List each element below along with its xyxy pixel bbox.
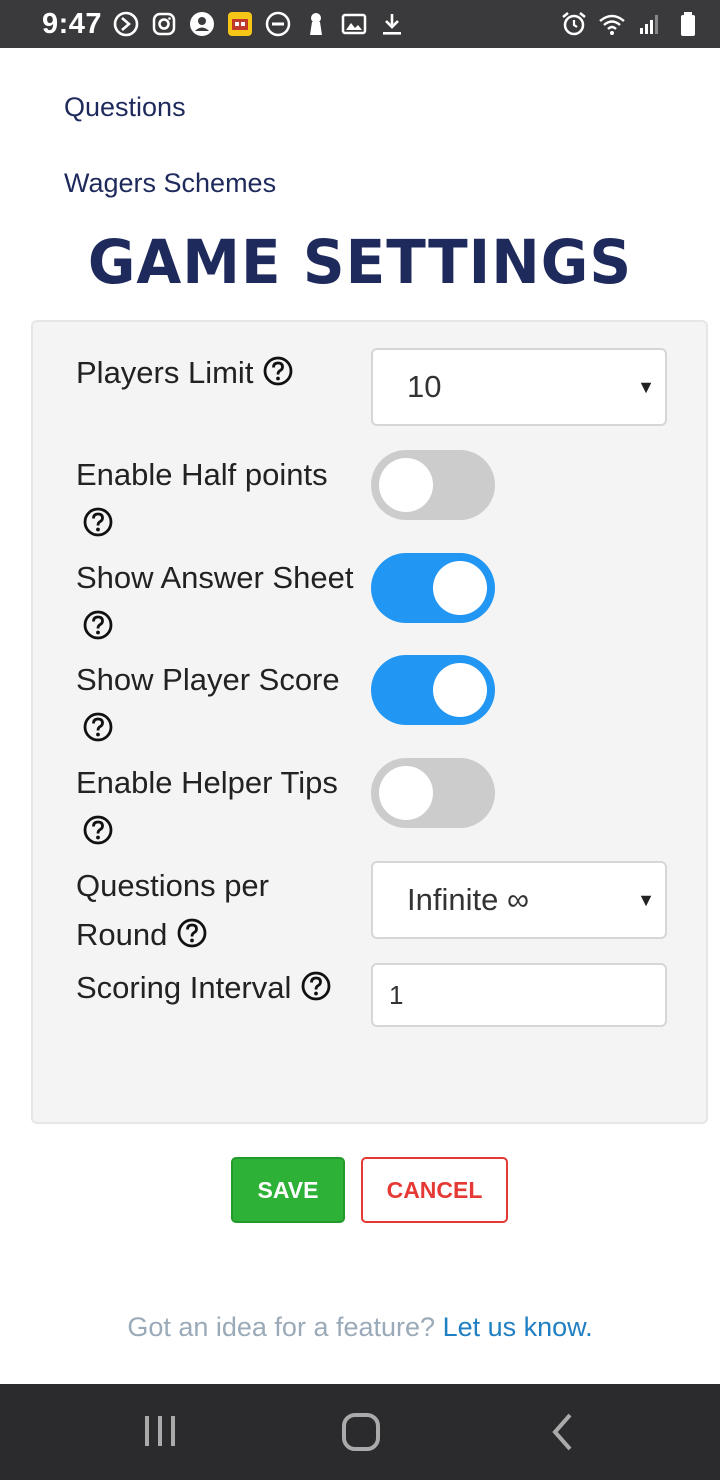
status-bar: 9:47 xyxy=(0,0,720,48)
help-icon[interactable] xyxy=(82,711,114,743)
scoring-interval-text: Scoring Interval xyxy=(76,970,292,1005)
save-button[interactable]: SAVE xyxy=(231,1157,345,1223)
scoring-interval-input[interactable]: 1 xyxy=(371,963,667,1027)
nav-link-wagers-schemes[interactable]: Wagers Schemes xyxy=(64,168,276,199)
account-icon xyxy=(188,10,216,38)
recent-apps-button[interactable] xyxy=(134,1406,186,1458)
players-limit-label: Players Limit xyxy=(76,348,294,397)
help-icon[interactable] xyxy=(82,506,114,538)
battery-icon xyxy=(674,10,702,38)
chevron-down-icon: ▼ xyxy=(637,377,655,397)
alarm-icon xyxy=(560,10,588,38)
do-not-disturb-icon xyxy=(264,10,292,38)
signal-icon xyxy=(636,10,664,38)
toggle-knob xyxy=(433,663,487,717)
toggle-knob xyxy=(379,766,433,820)
recent-apps-icon xyxy=(145,1416,175,1446)
footer-text: Got an idea for a feature? xyxy=(127,1312,436,1342)
nav-link-questions[interactable]: Questions xyxy=(64,92,186,123)
players-limit-value: 10 xyxy=(407,369,442,404)
status-icons-right xyxy=(560,10,702,38)
players-limit-text: Players Limit xyxy=(76,355,254,390)
status-time: 9:47 xyxy=(42,7,103,40)
settings-panel: Players Limit 10 ▼ Enable Half points Sh… xyxy=(31,320,708,1124)
questions-per-round-text-2: Round xyxy=(76,917,168,952)
help-icon[interactable] xyxy=(176,917,208,949)
back-button[interactable] xyxy=(537,1406,589,1458)
image-icon xyxy=(340,10,368,38)
instagram-icon xyxy=(150,10,178,38)
half-points-label: Enable Half points xyxy=(76,450,328,548)
toggle-knob xyxy=(433,561,487,615)
helper-tips-toggle[interactable] xyxy=(371,758,495,828)
answer-sheet-label: Show Answer Sheet xyxy=(76,553,353,651)
toggle-knob xyxy=(379,458,433,512)
player-score-label: Show Player Score xyxy=(76,655,340,753)
questions-per-round-label: Questions per Round xyxy=(76,861,269,959)
chevron-down-icon: ▼ xyxy=(637,890,655,910)
help-icon[interactable] xyxy=(262,355,294,387)
helper-tips-text: Enable Helper Tips xyxy=(76,765,338,800)
page-title: GAME SETTINGS xyxy=(87,226,633,298)
keyhole-icon xyxy=(302,10,330,38)
player-score-toggle[interactable] xyxy=(371,655,495,725)
status-icons-left xyxy=(112,10,406,38)
footer-feedback: Got an idea for a feature? Let us know. xyxy=(0,1312,720,1343)
helper-tips-label: Enable Helper Tips xyxy=(76,758,338,856)
let-us-know-link[interactable]: Let us know. xyxy=(443,1312,593,1342)
players-limit-select[interactable]: 10 ▼ xyxy=(371,348,667,426)
half-points-text: Enable Half points xyxy=(76,457,328,492)
questions-per-round-value: Infinite ∞ xyxy=(407,882,530,917)
back-icon xyxy=(552,1413,572,1451)
system-nav-bar xyxy=(0,1384,720,1480)
scoring-interval-value: 1 xyxy=(389,980,404,1010)
help-icon[interactable] xyxy=(82,609,114,641)
help-icon[interactable] xyxy=(82,814,114,846)
half-points-toggle[interactable] xyxy=(371,450,495,520)
scoring-interval-label: Scoring Interval xyxy=(76,963,332,1012)
download-icon xyxy=(378,10,406,38)
answer-sheet-text: Show Answer Sheet xyxy=(76,560,354,595)
game-app-icon xyxy=(226,10,254,38)
cancel-button[interactable]: CANCEL xyxy=(361,1157,508,1223)
questions-per-round-text-1: Questions per xyxy=(76,868,269,903)
help-icon[interactable] xyxy=(300,970,332,1002)
questions-per-round-select[interactable]: Infinite ∞ ▼ xyxy=(371,861,667,939)
app-icon xyxy=(112,10,140,38)
answer-sheet-toggle[interactable] xyxy=(371,553,495,623)
home-button[interactable] xyxy=(335,1406,387,1458)
wifi-icon xyxy=(598,10,626,38)
player-score-text: Show Player Score xyxy=(76,662,340,697)
home-icon xyxy=(342,1413,380,1451)
